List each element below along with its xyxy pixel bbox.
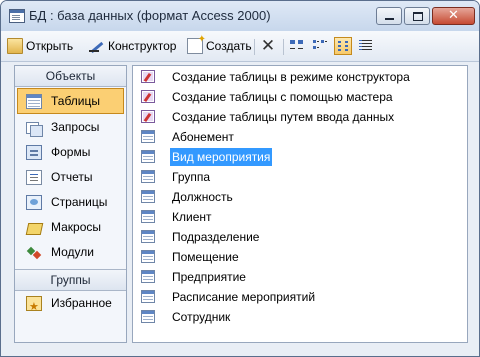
toolbar-separator: [283, 39, 284, 55]
group-item-0[interactable]: Избранное: [15, 291, 126, 319]
table-icon: [141, 170, 155, 183]
maximize-button[interactable]: [404, 7, 430, 25]
object-type-item-label: Отчеты: [51, 170, 93, 184]
title-bar[interactable]: БД : база данных (формат Access 2000) ✕: [1, 1, 479, 31]
module-icon: [26, 245, 42, 260]
design-button[interactable]: Конструктор: [89, 36, 176, 56]
group-item-label: Избранное: [51, 296, 112, 310]
objects-list-pane: Создание таблицы в режиме конструктора Со…: [132, 65, 468, 343]
object-type-item-label: Формы: [51, 145, 91, 159]
list-item-label: Вид мероприятия: [170, 148, 273, 166]
maximize-icon: [413, 12, 423, 21]
create-shortcut-icon: [141, 110, 155, 123]
groups-list: Избранное: [15, 291, 126, 319]
new-icon: [187, 34, 206, 54]
list-item-label: Подразделение: [172, 230, 260, 244]
design-label: Конструктор: [108, 39, 177, 53]
close-button[interactable]: ✕: [432, 7, 475, 25]
new-button[interactable]: Создать: [187, 34, 252, 56]
database-window-icon[interactable]: [9, 9, 25, 23]
object-type-item-2[interactable]: Формы: [15, 140, 126, 165]
macro-icon: [26, 220, 42, 235]
table-icon: [141, 270, 155, 283]
open-button[interactable]: Открыть: [7, 36, 73, 56]
object-type-item-6[interactable]: Модули: [15, 240, 126, 265]
database-window: БД : база данных (формат Access 2000) ✕ …: [0, 0, 480, 357]
details-view-icon[interactable]: [357, 37, 375, 55]
object-type-item-3[interactable]: Отчеты: [15, 165, 126, 190]
object-type-item-4[interactable]: Страницы: [15, 190, 126, 215]
open-label: Открыть: [26, 39, 74, 53]
object-types-list: Таблицы Запросы Формы Отчеты Страницы Макросы…: [15, 88, 126, 265]
object-type-item-0[interactable]: Таблицы: [17, 88, 124, 114]
table-icon: [141, 210, 155, 223]
list-item-label: Должность: [172, 190, 233, 204]
minimize-button[interactable]: [376, 7, 402, 25]
new-label: Создать: [206, 39, 252, 53]
list-item-label: Клиент: [172, 210, 212, 224]
create-shortcut-icon: [141, 90, 155, 103]
form-icon: [26, 145, 42, 160]
object-type-item-label: Запросы: [51, 120, 100, 134]
list-item-label: Расписание мероприятий: [172, 290, 316, 304]
groups-header[interactable]: Группы: [15, 269, 126, 291]
query-icon: [26, 120, 43, 137]
window-title: БД : база данных (формат Access 2000): [29, 8, 271, 23]
list-item-label: Создание таблицы путем ввода данных: [172, 110, 395, 124]
objects-bar: Объекты Таблицы Запросы Формы Отчеты Страниц…: [14, 65, 127, 343]
object-type-item-label: Таблицы: [51, 94, 101, 108]
list-item-label: Сотрудник: [172, 310, 231, 324]
table-icon: [141, 290, 155, 303]
table-icon: [141, 130, 155, 143]
object-type-item-5[interactable]: Макросы: [15, 215, 126, 240]
list-item-label: Группа: [172, 170, 211, 184]
table-icon: [141, 230, 155, 243]
object-type-item-label: Страницы: [51, 195, 108, 209]
favorites-icon: [26, 294, 42, 319]
minimize-icon: [385, 18, 394, 20]
table-icon: [141, 190, 155, 203]
objects-header[interactable]: Объекты: [15, 66, 126, 87]
create-shortcut-icon: [141, 70, 155, 83]
list-view-icon[interactable]: [334, 37, 352, 55]
open-icon: [7, 38, 23, 54]
large-icons-view-icon[interactable]: [288, 37, 306, 55]
table-icon: [141, 310, 155, 323]
toolbar-separator: [254, 39, 255, 55]
list-item-label: Абонемент: [172, 130, 234, 144]
table-icon: [141, 250, 155, 263]
small-icons-view-icon[interactable]: [311, 37, 329, 55]
list-item-label: Создание таблицы в режиме конструктора: [172, 70, 410, 84]
table-icon: [26, 94, 42, 109]
list-item-label: Предприятие: [172, 270, 246, 284]
page-icon: [26, 195, 42, 210]
object-type-item-1[interactable]: Запросы: [15, 115, 126, 140]
toolbar: Открыть Конструктор Создать ✕: [1, 31, 479, 62]
design-icon: [89, 38, 105, 54]
close-icon: ✕: [448, 8, 459, 23]
list-item-label: Создание таблицы с помощью мастера: [172, 90, 393, 104]
object-type-item-label: Модули: [51, 245, 94, 259]
list-item-label: Помещение: [172, 250, 239, 264]
report-icon: [26, 170, 42, 185]
delete-icon[interactable]: ✕: [259, 37, 277, 55]
object-type-item-label: Макросы: [51, 220, 102, 234]
table-icon: [141, 150, 155, 163]
